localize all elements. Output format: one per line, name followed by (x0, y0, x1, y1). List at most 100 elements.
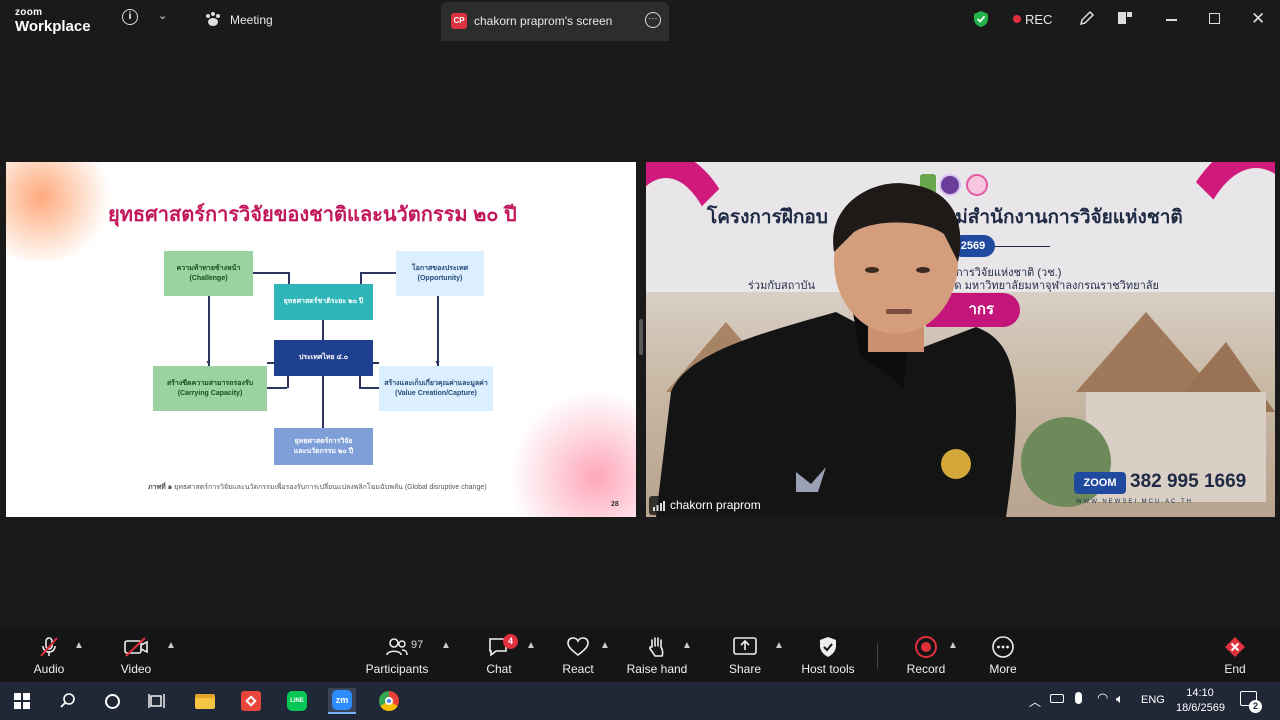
video-button[interactable]: Video (96, 635, 176, 676)
react-options-caret[interactable]: ▲ (600, 640, 610, 651)
shield-icon (820, 637, 836, 657)
box-opportunity-en: (Opportunity) (417, 274, 463, 282)
windows-start-icon[interactable] (8, 688, 36, 714)
audio-label: Audio (33, 662, 65, 676)
microphone-muted-icon (40, 637, 58, 657)
meeting-paw-icon (204, 11, 222, 32)
box-national-strategy: ยุทธศาสตร์ชาติระยะ ๒๐ ปี (274, 284, 373, 320)
meeting-content: ยุทธศาสตร์การวิจัยของชาติและนวัตกรรม ๒๐ … (0, 41, 1280, 627)
windows-taskbar: LINE zm ︿ ◠ 🔈︎ ENG 14:10 18/6/2569 2 (0, 682, 1280, 720)
info-icon[interactable]: i (122, 9, 138, 25)
connector (322, 320, 324, 340)
participants-count: 97 (411, 639, 424, 651)
connector (360, 272, 362, 284)
box-opportunity: โอกาสของประเทศ (Opportunity) (396, 251, 484, 296)
slide-page-number: 28 (611, 501, 619, 508)
file-explorer-icon[interactable] (191, 688, 219, 714)
share-screen-icon (733, 637, 757, 655)
video-options-caret[interactable]: ▲ (166, 640, 176, 651)
connector (437, 296, 439, 366)
host-tools-button[interactable]: Host tools (788, 635, 868, 676)
chat-unread-badge: 4 (503, 634, 518, 649)
record-options-caret[interactable]: ▲ (948, 640, 958, 651)
end-x-icon (1225, 637, 1245, 657)
split-view-handle[interactable] (639, 319, 643, 355)
record-label: Record (906, 662, 946, 676)
participant-name: chakorn praprom (670, 498, 761, 512)
end-meeting-button[interactable]: End (1195, 635, 1275, 676)
chrome-icon[interactable] (375, 688, 403, 714)
participants-options-caret[interactable]: ▲ (441, 640, 451, 651)
input-language[interactable]: ENG (1141, 694, 1165, 706)
box-thailand-40: ประเทศไทย ๔.๐ (274, 340, 373, 376)
rec-indicator[interactable]: REC (1025, 12, 1052, 27)
box-opportunity-th: โอกาสของประเทศ (411, 265, 469, 273)
raise-hand-options-caret[interactable]: ▲ (682, 640, 692, 651)
wifi-icon[interactable]: ◠ (1097, 690, 1108, 706)
heart-icon (567, 637, 589, 657)
meeting-tab-label[interactable]: Meeting (230, 13, 273, 27)
zoom-app-label: zm (332, 690, 352, 710)
connector (267, 387, 287, 389)
zoom-workplace-logo: zoom Workplace (15, 7, 91, 35)
caption-label: ภาพที่ ๑ (148, 484, 173, 491)
mic-tray-icon[interactable] (1075, 692, 1082, 704)
zoom-app-icon[interactable]: zm (328, 688, 356, 714)
screen-owner-badge: CP (451, 13, 467, 29)
zoom-badge: ZOOM (1074, 472, 1126, 494)
cortana-icon[interactable] (98, 688, 126, 714)
video-tile[interactable]: โครงการฝึกอบ ใหม่สำนักงานการวิจัยแห่งชาต… (646, 162, 1275, 517)
box-research-line2: และนวัตกรรม ๒๐ ปี (293, 447, 354, 455)
maximize-icon[interactable] (1209, 13, 1220, 24)
annotate-pencil-icon[interactable] (1078, 9, 1096, 32)
website-url: WWW.NEWSEI.MCU.AC.TH (1076, 499, 1193, 505)
connector (359, 387, 379, 389)
connector (253, 272, 288, 274)
decor-pink-blob (506, 392, 636, 517)
volume-icon[interactable]: 🔈︎ (1116, 691, 1124, 707)
video-label: Video (120, 662, 152, 676)
task-view-icon[interactable] (143, 688, 171, 714)
participants-icon (386, 638, 408, 656)
tray-expand-chevron-icon[interactable]: ︿ (1029, 693, 1041, 710)
share-options-caret[interactable]: ▲ (774, 640, 784, 651)
zoom-meeting-id: 382 995 1669 (1130, 471, 1247, 492)
security-shield-icon[interactable] (973, 10, 989, 33)
box-capacity-en: (Carrying Capacity) (177, 389, 243, 397)
decor-orange-blob (6, 162, 116, 262)
connector (208, 296, 210, 366)
screen-share-tab[interactable]: CP chakorn praprom's screen ··· (441, 2, 669, 41)
minimize-icon[interactable] (1166, 19, 1177, 21)
host-tools-label: Host tools (801, 662, 855, 676)
record-icon (915, 636, 937, 658)
view-layout-icon[interactable] (1117, 10, 1133, 31)
participants-button[interactable]: Participants (357, 635, 437, 676)
box-challenge-th: ความท้าทายข้างหน้า (176, 265, 241, 273)
line-app-icon[interactable]: LINE (283, 688, 311, 714)
box-research-strategy: ยุทธศาสตร์การวิจัย และนวัตกรรม ๒๐ ปี (274, 428, 373, 465)
audio-options-caret[interactable]: ▲ (74, 640, 84, 651)
slide-caption: ภาพที่ ๑ ยุทธศาสตร์การวิจัยและนวัตกรรมเพ… (148, 482, 487, 493)
clock-date: 18/6/2569 (1176, 702, 1225, 714)
clock-time: 14:10 (1186, 687, 1214, 699)
box-challenge-en: (Challenge) (189, 274, 228, 282)
chevron-down-icon[interactable]: ⌄ (158, 9, 167, 22)
connector (360, 272, 396, 274)
chat-label: Chat (486, 662, 512, 676)
anydesk-icon[interactable] (237, 688, 265, 714)
box-research-line1: ยุทธศาสตร์การวิจัย (294, 438, 353, 446)
search-icon[interactable] (54, 688, 82, 714)
close-icon[interactable]: ✕ (1251, 9, 1265, 29)
more-button[interactable]: More (963, 635, 1043, 676)
raise-hand-label: Raise hand (626, 662, 688, 676)
more-icon (992, 636, 1014, 658)
battery-icon[interactable] (1050, 694, 1064, 703)
box-value-th: สร้างและเก็บเกี่ยวคุณค่าและมูลค่า (384, 380, 488, 388)
more-options-icon[interactable]: ··· (645, 12, 661, 28)
share-button[interactable]: Share (705, 635, 785, 676)
title-bar: zoom Workplace i ⌄ Meeting CP chakorn pr… (0, 0, 1280, 41)
notification-count: 2 (1249, 700, 1262, 713)
clock[interactable]: 14:10 18/6/2569 (1176, 686, 1225, 716)
brand-small: zoom (15, 7, 43, 18)
chat-options-caret[interactable]: ▲ (526, 640, 536, 651)
